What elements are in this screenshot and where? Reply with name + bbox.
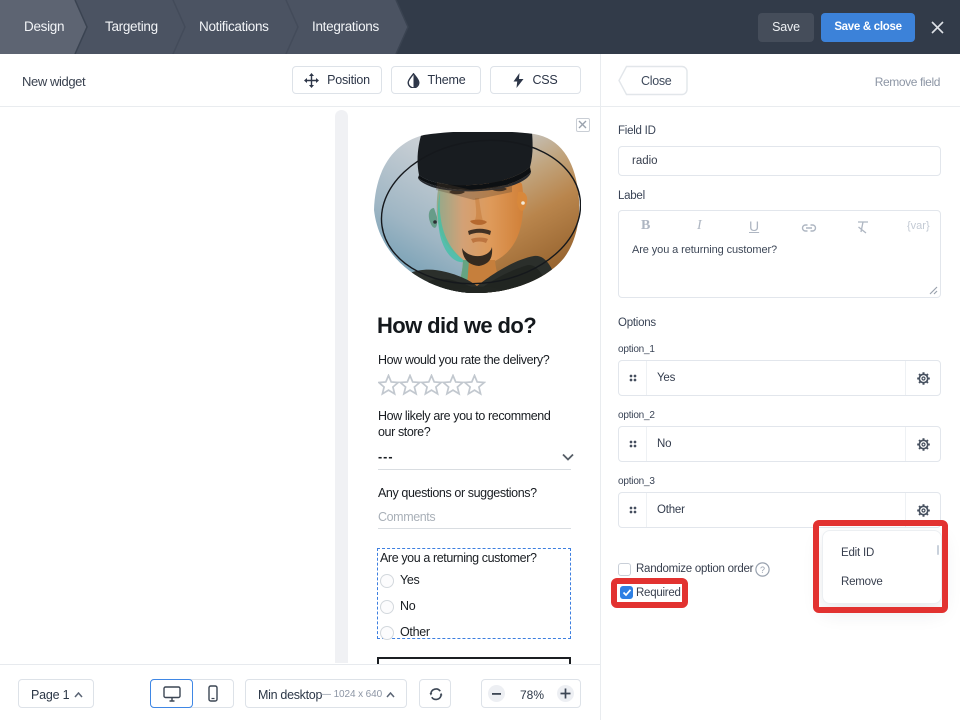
svg-text:?: ? [760,565,765,575]
